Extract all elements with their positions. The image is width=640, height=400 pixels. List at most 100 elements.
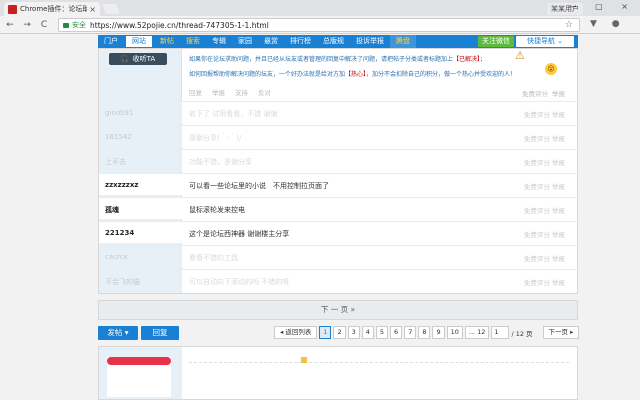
reply-message: 看看不错的工具 [189,254,238,262]
nav-bounty[interactable]: 悬赏 [258,35,284,48]
nav-portal[interactable]: 门户 [98,35,124,48]
back-to-list-button[interactable]: ◂ 返回列表 [274,326,318,339]
back-icon[interactable]: ← [3,20,17,30]
reload-icon[interactable]: C [37,20,51,30]
page-link[interactable]: 5 [375,326,389,339]
page-link[interactable]: 6 [390,326,403,339]
nav-albums[interactable]: 专辑 [206,35,232,48]
secure-label: 安全 [72,21,86,29]
url-text[interactable]: https://www.52pojie.cn/thread-747305-1-1… [90,21,269,30]
reply-message: 收下了 试用看看，不错 谢谢 [189,110,278,118]
page-link[interactable]: 2 [333,326,346,339]
extension-icons[interactable]: ▼ ● [590,19,626,29]
bookmark-star-icon[interactable]: ☆ [565,20,573,30]
pagination: ◂ 返回列表 1 2 3 4 5 6 7 8 9 10... 12 1 / 12 页 下一页 ▸ [274,326,580,339]
site-nav: 门户 网站 新帖 搜索 专辑 家园 悬赏 排行榜 总版规 投诉举报 腾盘 关注微… [98,35,578,48]
reply-username[interactable]: 孤魂 [105,205,119,215]
warning-icon: ⚠ [515,49,525,62]
reply-row: ginob91 收下了 试用看看，不错 谢谢 免费评分 举报 [99,101,577,123]
window-controls[interactable]: — ▢ × [569,2,636,11]
page-link[interactable]: 3 [347,326,360,339]
next-page-button[interactable]: 下一页 ▸ [542,326,580,339]
reply-side-links[interactable]: 免费评分 举报 [524,133,565,143]
reply-message: 功能不错，多谢分享 [189,158,252,166]
reply-message: 这个是论坛西神器 谢谢楼主分享 [189,230,290,238]
page-link[interactable]: ... 12 [464,326,490,339]
reply-side-links[interactable]: 免费评分 举报 [524,277,565,287]
reply-side-links[interactable]: 免费评分 举报 [524,205,565,215]
page-link[interactable]: 7 [404,326,417,339]
reply-username[interactable]: ginob91 [105,109,133,117]
reply-username[interactable]: cacrcx [105,253,128,261]
reply-message: 可以自动向下滚动的吗 不错的呀 [189,278,290,286]
reply-link[interactable]: 回复 [189,87,202,97]
browser-toolbar: ← → C 安全 https://www.52pojie.cn/thread-7… [0,16,640,34]
reply-message: 鼠标滚轮发来控电 [189,206,245,214]
reply-username[interactable]: 上不去 [105,157,126,167]
lock-icon [63,22,69,28]
browser-tab[interactable]: Chrome插件：论坛助手… × [4,2,100,16]
notice-solved: 如果你在论坛求助问题，并且已经从坛友或者管理的回复中解决了问题，请把帖子分类或者… [189,56,487,63]
address-bar[interactable]: 安全 https://www.52pojie.cn/thread-747305-… [58,18,580,32]
new-post-button[interactable]: 发帖 ▾ [98,326,138,340]
tab-close-icon[interactable]: × [89,5,96,14]
next-post-card [98,346,578,400]
tab-title: Chrome插件：论坛助手… [20,5,88,13]
listen-button[interactable]: 🎧 收听TA [109,53,167,65]
thread-content: 🎧 收听TA 如果你在论坛求助问题，并且已经从坛友或者管理的回复中解决了问题，请… [98,48,578,294]
reply-message: 感谢分享(＾-＾)/ [189,134,242,142]
page-link[interactable]: 1 [319,326,332,339]
page-input[interactable]: 1 [491,326,510,339]
listen-label: 收听TA [132,55,156,63]
reply-row: zzxzzzxz 可以看一些论坛里的小说 不用控制拉页面了 免费评分 举报 [99,173,577,195]
page-link[interactable]: 4 [361,326,374,339]
reply-username[interactable]: 221234 [105,229,134,237]
reply-message: 可以看一些论坛里的小说 不用控制拉页面了 [189,182,329,190]
next-page-bar[interactable]: 下 一 页 » [98,300,578,320]
nav-rules[interactable]: 总版规 [317,35,350,48]
page-link[interactable]: 9 [432,326,445,339]
wechat-follow-button[interactable]: 关注微信 [478,36,514,47]
headphone-icon: 🎧 [120,55,130,63]
report-post-link[interactable]: 举报 [552,90,565,98]
forward-icon[interactable]: → [20,20,34,30]
nav-site[interactable]: 网站 [126,36,152,47]
reply-username[interactable]: zzxzzzxz [105,181,138,189]
reply-row: 上不去 功能不错，多谢分享 免费评分 举报 [99,149,577,171]
nav-disk[interactable]: 腾盘 [390,35,416,48]
reply-row: 161542 感谢分享(＾-＾)/ 免费评分 举报 [99,125,577,147]
rate-link[interactable]: 免费评分 [522,90,548,98]
medal-icon [301,357,307,363]
avatar[interactable] [107,357,171,397]
reply-row: 孤魂 鼠标滚轮发来控电 免费评分 举报 [99,197,577,219]
surprised-face-icon: 😮 [545,63,557,75]
reply-row: 221234 这个是论坛西神器 谢谢楼主分享 免费评分 举报 [99,221,577,243]
post-actions: 回复 举报 支持 反对 [189,87,271,97]
reply-username[interactable]: 不会飞的猫 [105,277,140,287]
quick-nav-button[interactable]: 快捷导航 ⌄ [516,36,574,47]
nav-search[interactable]: 搜索 [180,35,206,48]
reply-side-links[interactable]: 免费评分 举报 [524,253,565,263]
page-total: / 12 页 [511,329,533,338]
reply-side-links[interactable]: 免费评分 举报 [524,157,565,167]
page-link[interactable]: 10 [446,326,463,339]
site-favicon-icon [8,4,17,14]
report-link[interactable]: 举报 [212,87,225,97]
reply-side-links[interactable]: 免费评分 举报 [524,181,565,191]
oppose-link[interactable]: 反对 [258,87,271,97]
reply-row: cacrcx 看看不错的工具 免费评分 举报 [99,245,577,267]
reply-button[interactable]: 回复 [141,326,179,340]
reply-username[interactable]: 161542 [105,133,132,141]
support-link[interactable]: 支持 [235,87,248,97]
page-link[interactable]: 8 [418,326,431,339]
reply-side-links[interactable]: 免费评分 举报 [524,109,565,119]
reply-side-links[interactable]: 免费评分 举报 [524,229,565,239]
avatar-banner [107,357,171,365]
browser-tab-strip: Chrome插件：论坛助手… × 某某用户 — ▢ × [0,0,640,16]
nav-rank[interactable]: 排行榜 [284,35,317,48]
post-side-links: 免费评分 举报 [522,88,565,98]
nav-report[interactable]: 投诉举报 [350,35,390,48]
nav-new-posts[interactable]: 新帖 [154,35,180,48]
new-tab-button[interactable] [102,4,120,14]
nav-home[interactable]: 家园 [232,35,258,48]
